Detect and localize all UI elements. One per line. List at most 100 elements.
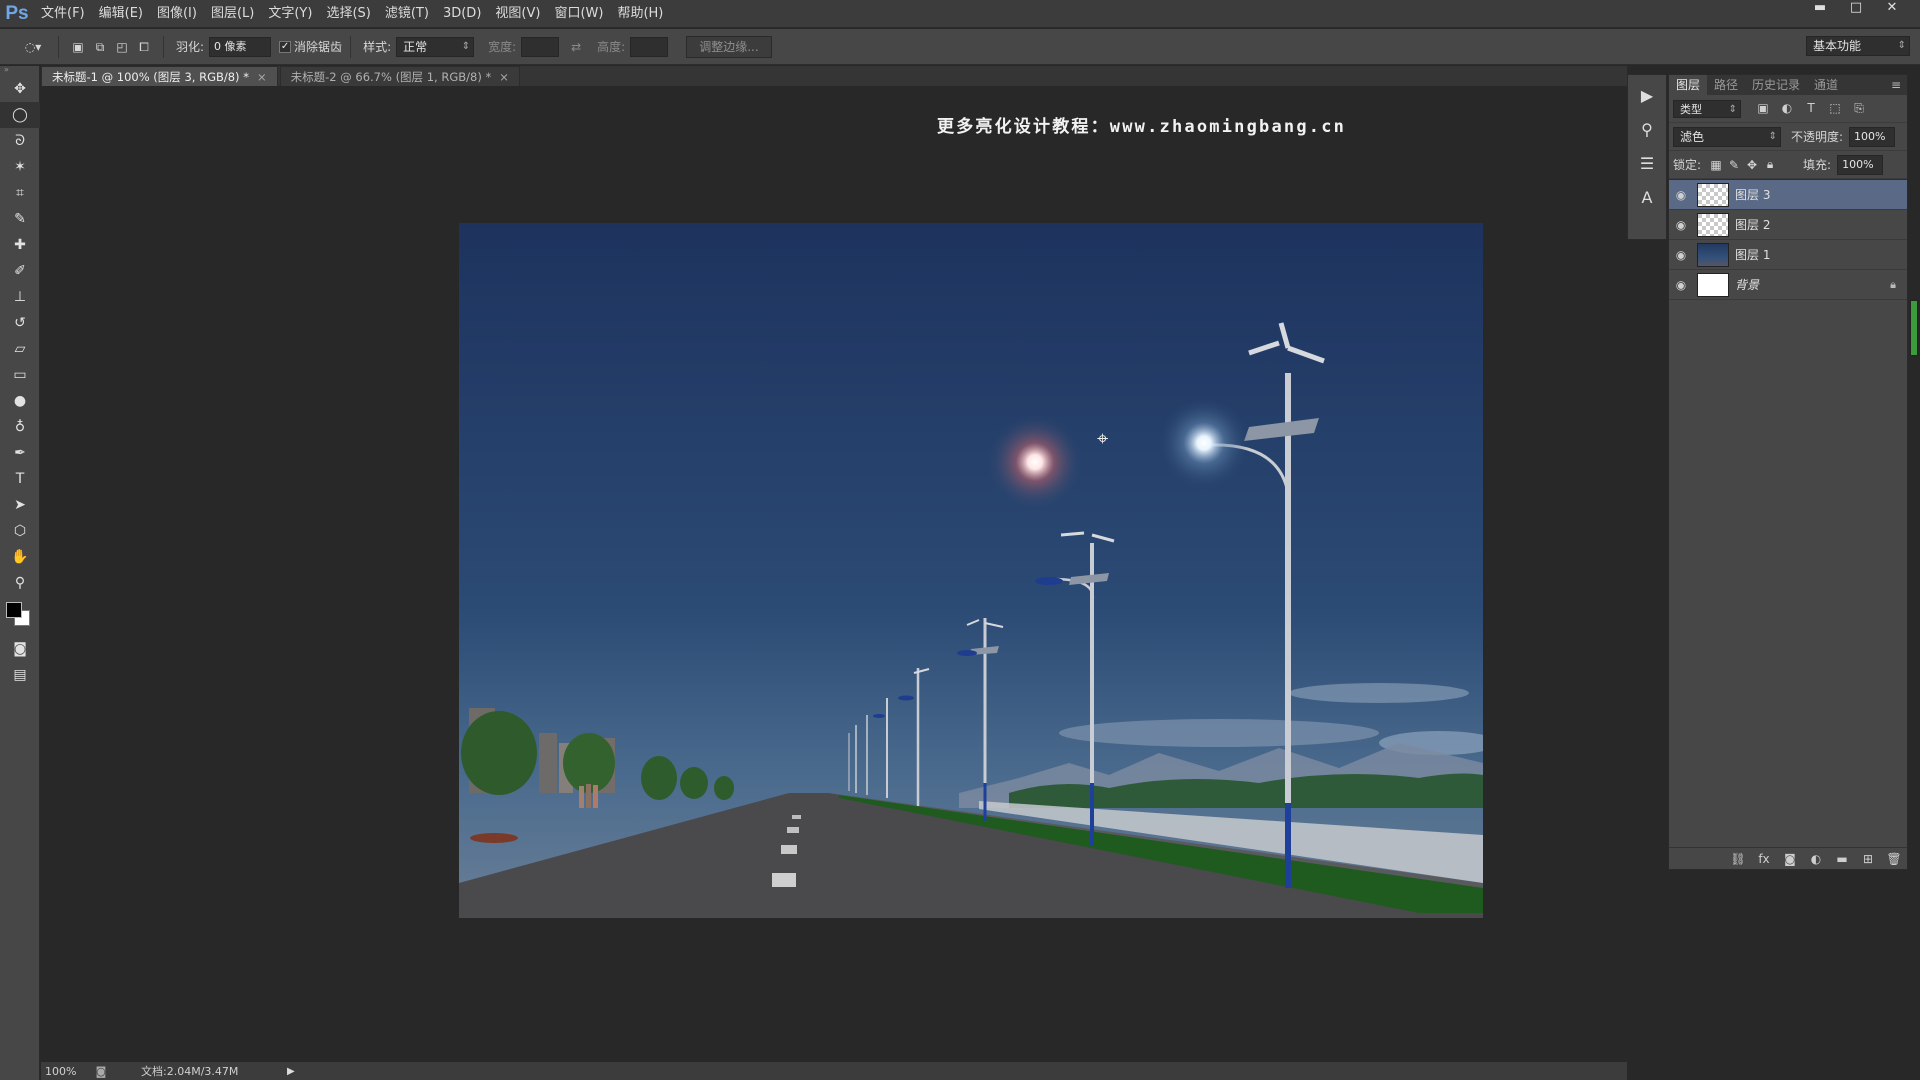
history-brush-tool-icon[interactable]: ↺ — [0, 310, 40, 336]
move-tool-icon[interactable]: ✥ — [0, 76, 40, 102]
play-action-icon[interactable]: ▶ — [1628, 81, 1666, 109]
shape-tool-icon[interactable]: ⬡ — [0, 518, 40, 544]
collapse-toolbox-icon[interactable]: » — [0, 66, 39, 76]
antialias-checkbox[interactable]: ✓ — [279, 40, 292, 53]
smart-object-filter-icon[interactable]: ⎘ — [1847, 101, 1871, 116]
divider — [58, 35, 59, 58]
type-filter-icon[interactable]: T — [1799, 101, 1823, 116]
status-menu-arrow-icon[interactable]: ▶ — [287, 1066, 295, 1077]
brush-presets-icon[interactable]: ⚲ — [1628, 115, 1666, 143]
new-layer-icon[interactable]: ⊞ — [1855, 852, 1881, 866]
lock-pixels-icon[interactable]: ✎ — [1725, 158, 1743, 172]
feather-input[interactable]: 0 像素 — [209, 36, 272, 57]
hand-tool-icon[interactable]: ✋ — [0, 544, 40, 570]
document-canvas[interactable] — [459, 223, 1483, 918]
panel-menu-icon[interactable]: ≡ — [1891, 75, 1907, 95]
path-selection-tool-icon[interactable]: ➤ — [0, 492, 40, 518]
eyedropper-tool-icon[interactable]: ✎ — [0, 206, 40, 232]
new-adjustment-layer-icon[interactable]: ◐ — [1803, 852, 1829, 866]
character-panel-icon[interactable]: A — [1628, 183, 1666, 211]
lasso-tool-icon[interactable]: ᘐ — [0, 128, 40, 154]
tab-layers[interactable]: 图层 — [1669, 75, 1708, 95]
canvas-area[interactable]: 更多亮化设计教程：www.zhaomingbang.cn ⌖ — [41, 86, 1627, 1062]
add-mask-icon[interactable]: ◙ — [1777, 852, 1803, 866]
menu-layer[interactable]: 图层(L) — [204, 0, 261, 28]
elliptical-marquee-preset-icon[interactable]: ◌▾ — [18, 38, 48, 56]
magic-wand-tool-icon[interactable]: ✶ — [0, 154, 40, 180]
close-tab-icon[interactable]: × — [257, 70, 267, 84]
maximize-button[interactable]: □ — [1838, 0, 1874, 18]
width-input[interactable] — [521, 36, 560, 57]
minimize-button[interactable]: ▬ — [1802, 0, 1838, 18]
elliptical-marquee-tool-icon[interactable]: ◯ — [0, 102, 40, 128]
adjustments-icon[interactable]: ☰ — [1628, 149, 1666, 177]
menu-filter[interactable]: 滤镜(T) — [378, 0, 436, 28]
dodge-tool-icon[interactable]: ♁ — [0, 414, 40, 440]
lock-position-icon[interactable]: ✥ — [1743, 158, 1761, 172]
quick-mask-icon[interactable]: ◙ — [0, 636, 40, 662]
gradient-tool-icon[interactable]: ▭ — [0, 362, 40, 388]
delete-layer-icon[interactable]: 🗑︎ — [1881, 852, 1907, 866]
fill-label: 填充: — [1803, 158, 1832, 172]
workspace-select[interactable]: 基本功能 — [1806, 36, 1910, 56]
type-tool-icon[interactable]: T — [0, 466, 40, 492]
screen-mode-icon[interactable]: ▤ — [0, 662, 40, 688]
blur-tool-icon[interactable]: ● — [0, 388, 40, 414]
options-bar: ◌▾ ▣ ⧉ ◰ ⧠ 羽化: 0 像素 ✓ 消除锯齿 样式: 正常 宽度: ⇄ … — [0, 29, 1920, 65]
layer-row[interactable]: ◉ 图层 1 — [1669, 240, 1907, 270]
link-layers-icon[interactable]: ⛓ — [1725, 852, 1751, 866]
opacity-input[interactable]: 100% — [1849, 126, 1896, 147]
height-input[interactable] — [630, 36, 669, 57]
eraser-tool-icon[interactable]: ▱ — [0, 336, 40, 362]
new-group-icon[interactable]: ▬ — [1829, 852, 1855, 866]
menu-help[interactable]: 帮助(H) — [610, 0, 670, 28]
crop-tool-icon[interactable]: ⌗ — [0, 180, 40, 206]
menu-type[interactable]: 文字(Y) — [261, 0, 319, 28]
lock-transparency-icon[interactable]: ▦ — [1707, 158, 1725, 172]
refine-edge-button[interactable]: 调整边缘... — [686, 35, 772, 58]
layer-row[interactable]: ◉ 图层 3 — [1669, 180, 1907, 210]
style-select[interactable]: 正常 — [396, 36, 475, 57]
visibility-eye-icon[interactable]: ◉ — [1669, 248, 1693, 262]
shape-filter-icon[interactable]: ⬚ — [1823, 101, 1847, 116]
new-selection-icon[interactable]: ▣ — [69, 38, 87, 56]
lock-all-icon[interactable]: 🔒︎ — [1761, 157, 1779, 172]
subtract-from-selection-icon[interactable]: ◰ — [113, 38, 131, 56]
filter-kind-select[interactable]: 类型 — [1673, 99, 1741, 119]
tab-document-1[interactable]: 未标题-1 @ 100% (图层 3, RGB/8) * × — [41, 66, 278, 86]
close-window-button[interactable]: ✕ — [1874, 0, 1910, 18]
layer-row[interactable]: ◉ 背景 🔒︎ — [1669, 270, 1907, 300]
menu-window[interactable]: 窗口(W) — [547, 0, 610, 28]
visibility-eye-icon[interactable]: ◉ — [1669, 278, 1693, 292]
pen-tool-icon[interactable]: ✒ — [0, 440, 40, 466]
swap-dimensions-icon[interactable]: ⇄ — [567, 38, 585, 56]
menu-select[interactable]: 选择(S) — [319, 0, 377, 28]
fill-input[interactable]: 100% — [1837, 154, 1884, 175]
pixel-filter-icon[interactable]: ▣ — [1751, 101, 1775, 116]
layer-row[interactable]: ◉ 图层 2 — [1669, 210, 1907, 240]
menu-view[interactable]: 视图(V) — [488, 0, 547, 28]
adjustment-filter-icon[interactable]: ◐ — [1775, 101, 1799, 116]
close-tab-icon[interactable]: × — [499, 70, 509, 84]
brush-tool-icon[interactable]: ✐ — [0, 258, 40, 284]
healing-brush-tool-icon[interactable]: ✚ — [0, 232, 40, 258]
menu-3d[interactable]: 3D(D) — [436, 0, 488, 28]
foreground-color-swatch[interactable] — [6, 602, 22, 618]
zoom-level[interactable]: 100% — [41, 1065, 91, 1078]
menu-image[interactable]: 图像(I) — [150, 0, 204, 28]
tab-channels[interactable]: 通道 — [1807, 75, 1845, 95]
tab-document-2[interactable]: 未标题-2 @ 66.7% (图层 1, RGB/8) * × — [279, 66, 520, 86]
menu-edit[interactable]: 编辑(E) — [92, 0, 150, 28]
blend-mode-select[interactable]: 滤色 — [1673, 126, 1781, 147]
add-to-selection-icon[interactable]: ⧉ — [91, 38, 109, 56]
visibility-eye-icon[interactable]: ◉ — [1669, 218, 1693, 232]
layer-style-icon[interactable]: fx — [1751, 852, 1777, 866]
clone-stamp-tool-icon[interactable]: ⊥ — [0, 284, 40, 310]
tab-history[interactable]: 历史记录 — [1745, 75, 1807, 95]
visibility-eye-icon[interactable]: ◉ — [1669, 188, 1693, 202]
zoom-tool-icon[interactable]: ⚲ — [0, 570, 40, 596]
intersect-selection-icon[interactable]: ⧠ — [135, 38, 153, 56]
tab-paths[interactable]: 路径 — [1707, 75, 1745, 95]
scroll-indicator[interactable] — [1910, 300, 1918, 356]
menu-file[interactable]: 文件(F) — [34, 0, 92, 28]
